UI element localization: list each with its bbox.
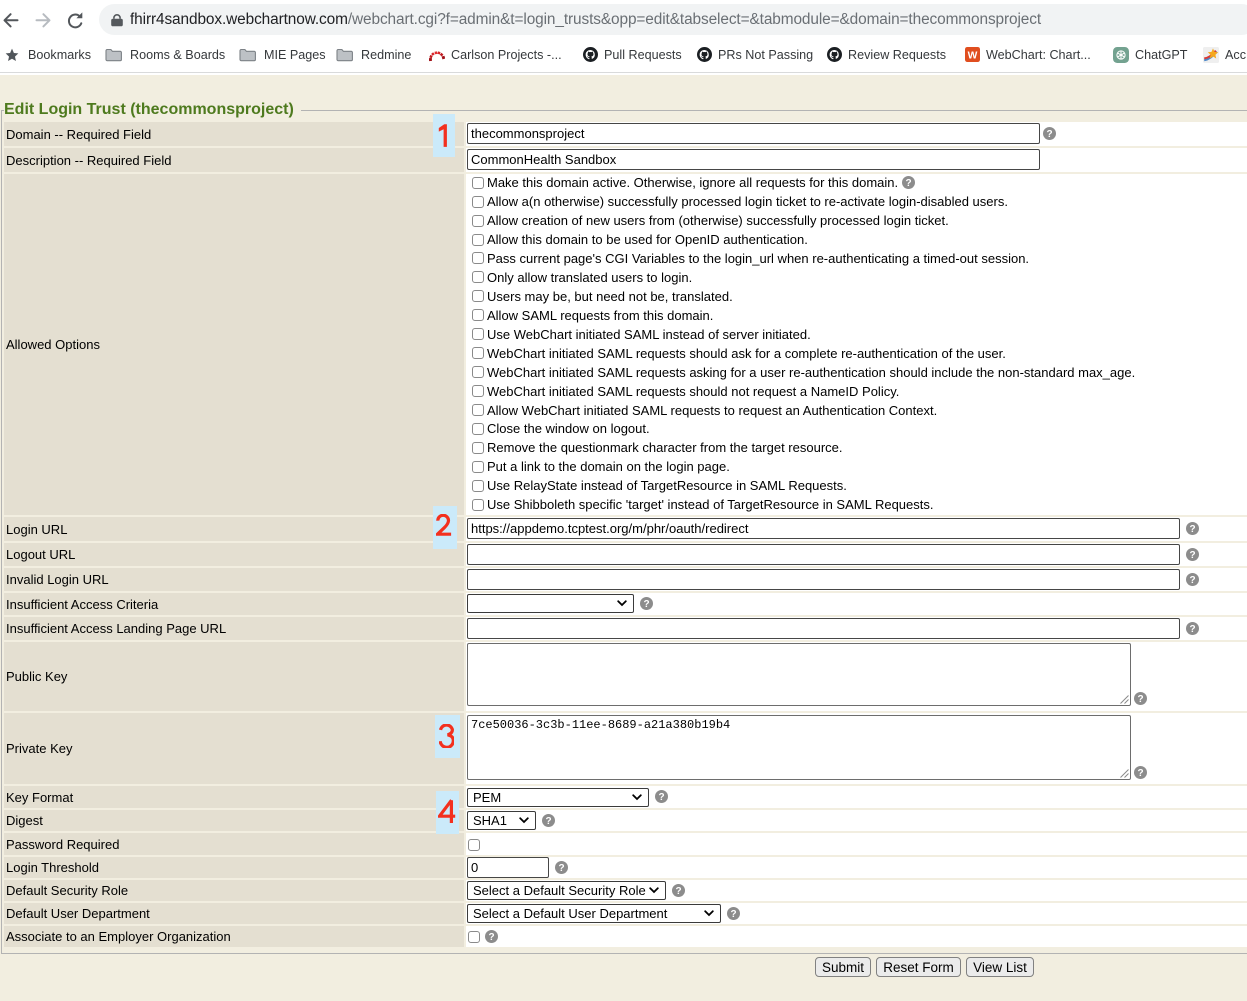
svg-text:?: ?: [1137, 694, 1143, 705]
svg-text:?: ?: [488, 932, 494, 943]
svg-text:W: W: [968, 50, 978, 61]
svg-text:?: ?: [1046, 129, 1052, 140]
svg-text:?: ?: [730, 909, 736, 920]
svg-text:?: ?: [1137, 768, 1143, 779]
svg-text:?: ?: [643, 599, 649, 610]
svg-text:?: ?: [558, 863, 564, 874]
svg-text:?: ?: [658, 792, 664, 803]
svg-text:?: ?: [1189, 575, 1195, 586]
svg-text:?: ?: [1189, 550, 1195, 561]
svg-text:?: ?: [545, 816, 551, 827]
svg-text:?: ?: [906, 177, 912, 188]
svg-text:?: ?: [1189, 524, 1195, 535]
svg-text:?: ?: [675, 886, 681, 897]
svg-text:?: ?: [1189, 624, 1195, 635]
